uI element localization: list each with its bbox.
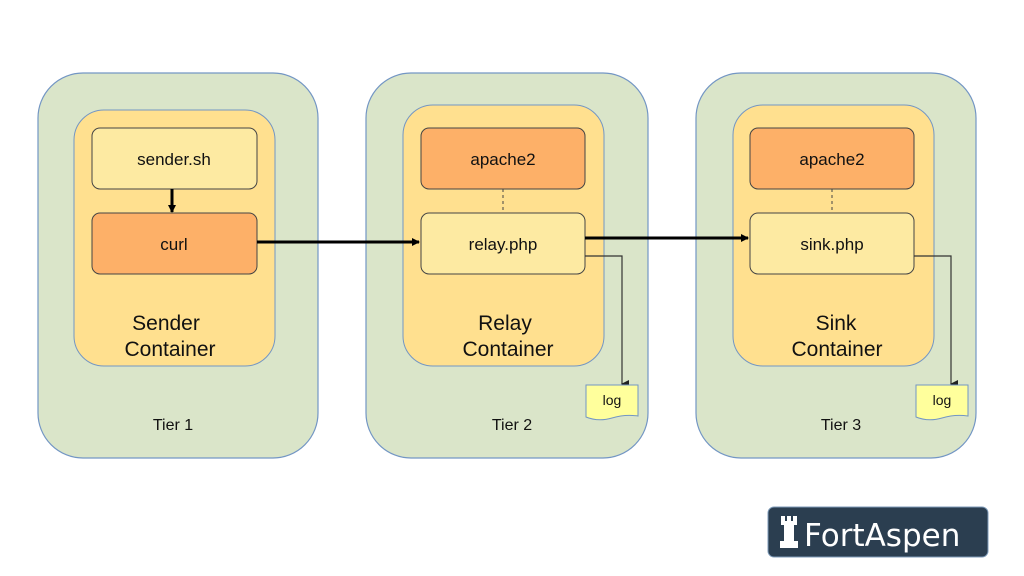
container-name: Relay — [478, 312, 532, 335]
tier-2: apache2 relay.php Relay Container Tier 2… — [365, 72, 649, 459]
architecture-diagram: sender.sh curl Sender Container Tier 1 a… — [37, 72, 989, 558]
tier-label: Tier 3 — [821, 417, 861, 434]
relay-php-label: relay.php — [469, 235, 538, 254]
log-label: log — [603, 392, 622, 408]
container-word: Container — [462, 338, 553, 361]
container-word: Container — [791, 338, 882, 361]
tier-label: Tier 1 — [153, 417, 193, 434]
tier-1: sender.sh curl Sender Container Tier 1 — [37, 72, 319, 459]
apache2-label: apache2 — [470, 150, 535, 169]
fortaspen-logo: FortAspen — [767, 506, 989, 558]
log-label: log — [933, 392, 952, 408]
sink-php-label: sink.php — [800, 235, 863, 254]
curl-label: curl — [160, 235, 187, 254]
logo-text: FortAspen — [804, 518, 960, 554]
tier-label: Tier 2 — [492, 417, 532, 434]
tier-3: apache2 sink.php Sink Container Tier 3 l… — [695, 72, 977, 459]
sender-sh-label: sender.sh — [137, 150, 211, 169]
apache2-label: apache2 — [799, 150, 864, 169]
container-name: Sink — [816, 312, 857, 335]
container-name: Sender — [132, 312, 200, 335]
container-word: Container — [124, 338, 215, 361]
